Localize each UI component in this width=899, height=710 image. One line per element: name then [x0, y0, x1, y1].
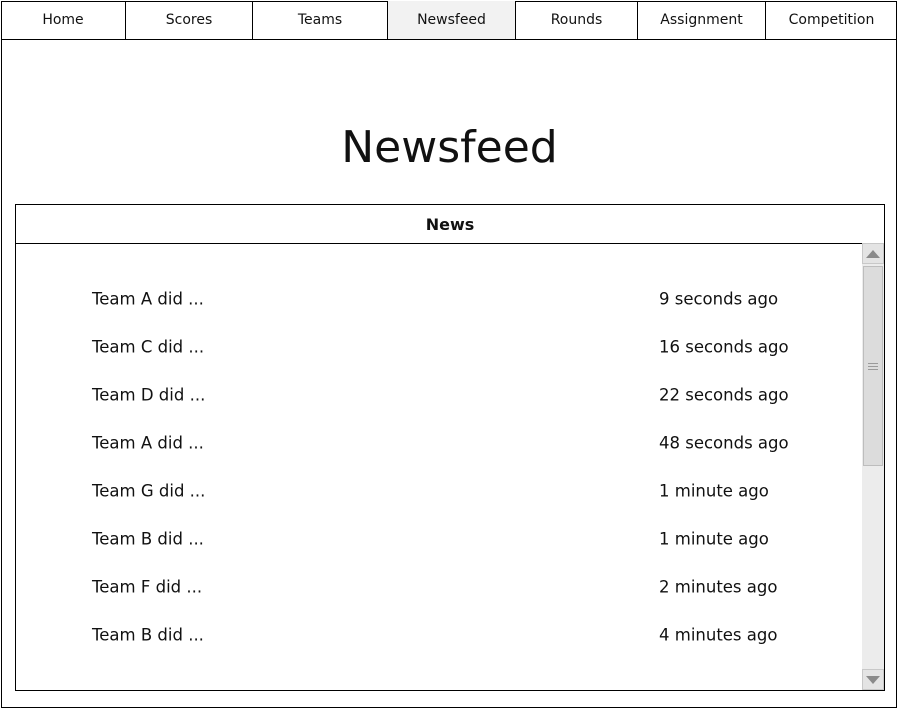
nav-tab-assignment[interactable]: Assignment — [638, 1, 766, 39]
scroll-down-button[interactable] — [862, 669, 884, 690]
nav-tab-rounds[interactable]: Rounds — [516, 1, 638, 39]
news-item[interactable]: Team C did ... 16 seconds ago — [16, 323, 862, 371]
news-item-time: 1 minute ago — [659, 529, 769, 549]
news-scrollbar[interactable] — [862, 243, 884, 690]
news-item-time: 2 minutes ago — [659, 577, 778, 597]
news-item[interactable]: Team F did ... 2 minutes ago — [16, 563, 862, 611]
news-item[interactable]: Team G did ... 1 minute ago — [16, 467, 862, 515]
scroll-up-arrow-icon — [866, 249, 880, 258]
news-item-text: Team D did ... — [92, 385, 206, 405]
scroll-up-button[interactable] — [862, 243, 884, 264]
news-item-text: Team A did ... — [92, 289, 204, 309]
nav-tab-newsfeed[interactable]: Newsfeed — [388, 1, 516, 39]
grip-lines-icon — [868, 362, 878, 370]
news-item-text: Team B did ... — [92, 529, 204, 549]
news-item[interactable]: Team A did ... 48 seconds ago — [16, 419, 862, 467]
news-header: News — [16, 205, 884, 244]
news-item-time: 9 seconds ago — [659, 289, 779, 309]
scroll-thumb[interactable] — [863, 266, 883, 466]
top-nav: Home Scores Teams Newsfeed Rounds Assign… — [1, 1, 897, 40]
nav-tab-home[interactable]: Home — [1, 1, 126, 39]
news-panel: News Team A did ... 9 seconds ago Team C… — [15, 204, 885, 691]
nav-tab-teams[interactable]: Teams — [253, 1, 388, 39]
news-item[interactable]: Team B did ... 4 minutes ago — [16, 611, 862, 659]
nav-tab-scores[interactable]: Scores — [126, 1, 253, 39]
news-item[interactable]: Team A did ... 9 seconds ago — [16, 275, 862, 323]
news-item-text: Team A did ... — [92, 433, 204, 453]
page-title: Newsfeed — [341, 122, 558, 173]
scroll-down-arrow-icon — [866, 675, 880, 684]
news-item[interactable]: Team B did ... 1 minute ago — [16, 515, 862, 563]
news-item-time: 48 seconds ago — [659, 433, 789, 453]
news-item-time: 16 seconds ago — [659, 337, 789, 357]
news-list[interactable]: Team A did ... 9 seconds ago Team C did … — [16, 244, 862, 690]
news-item-text: Team C did ... — [92, 337, 205, 357]
news-item-text: Team B did ... — [92, 625, 204, 645]
news-item[interactable]: Team D did ... 22 seconds ago — [16, 371, 862, 419]
news-item-text: Team F did ... — [92, 577, 203, 597]
nav-tab-competition[interactable]: Competition — [766, 1, 897, 39]
news-item-text: Team G did ... — [92, 481, 206, 501]
news-item-time: 4 minutes ago — [659, 625, 778, 645]
news-item-time: 1 minute ago — [659, 481, 769, 501]
news-item-time: 22 seconds ago — [659, 385, 789, 405]
